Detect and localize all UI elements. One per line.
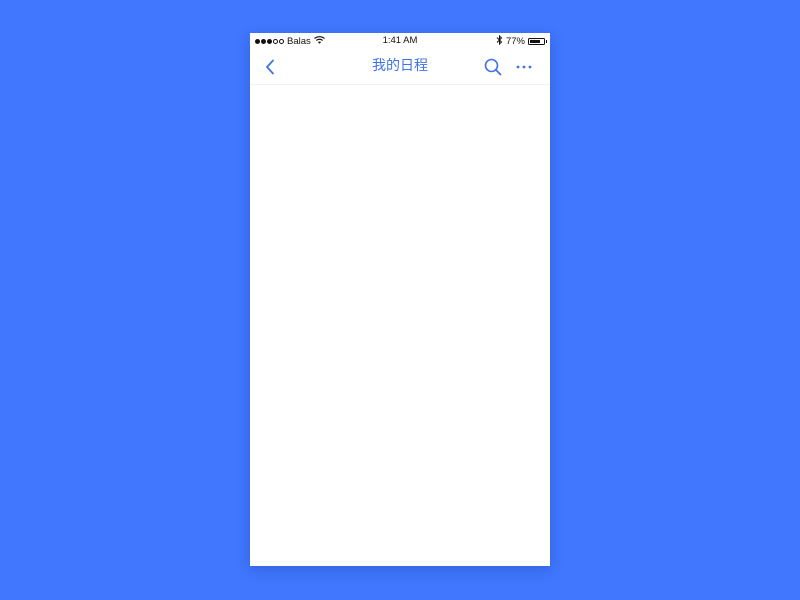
status-right: 77% xyxy=(496,33,547,49)
phone-screen: Balas 1:41 AM 77% 我的日程 xyxy=(250,33,550,566)
more-icon xyxy=(516,65,532,68)
schedule-content-area xyxy=(250,85,550,566)
battery-percent: 77% xyxy=(505,35,525,47)
battery-icon xyxy=(528,37,547,45)
page-title: 我的日程 xyxy=(372,58,428,74)
bluetooth-icon xyxy=(496,34,503,48)
battery-level xyxy=(530,39,540,43)
status-bar: Balas 1:41 AM 77% xyxy=(250,33,550,49)
search-button[interactable] xyxy=(482,49,504,84)
navigation-bar: 我的日程 xyxy=(250,49,550,85)
more-button[interactable] xyxy=(514,49,534,84)
search-icon xyxy=(484,58,502,75)
